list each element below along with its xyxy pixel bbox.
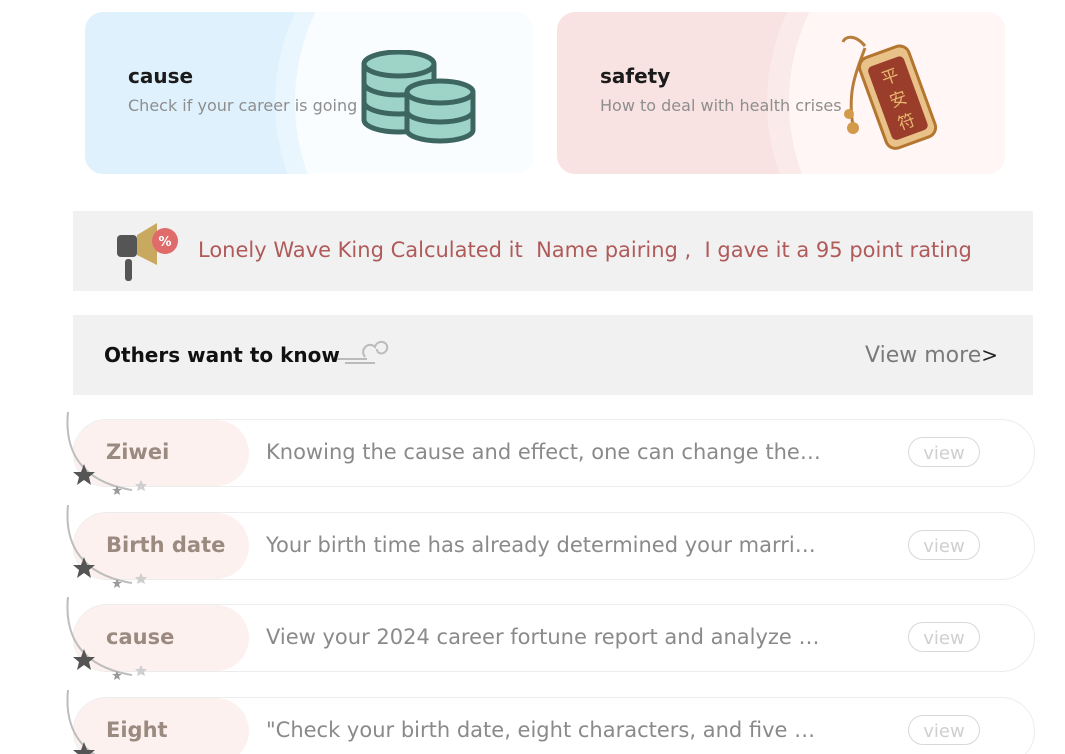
section-header: Others want to know View more>	[73, 315, 1033, 395]
page: cause Check if your career is going smoo…	[0, 0, 1065, 754]
star-decoration-icon	[66, 690, 96, 754]
view-button[interactable]: view	[908, 437, 980, 467]
item-description: View your 2024 career fortune report and…	[266, 625, 826, 649]
cause-card[interactable]: cause Check if your career is going smoo…	[85, 12, 533, 174]
list-item[interactable]: Birth date Your birth time has already d…	[66, 505, 1035, 588]
star-decoration-icon	[66, 505, 147, 588]
card-title: cause	[128, 64, 194, 88]
item-description: "Check your birth date, eight characters…	[266, 718, 826, 742]
list-item[interactable]: Ziwei Knowing the cause and effect, one …	[66, 412, 1035, 495]
cloud-icon	[337, 341, 389, 364]
card-subtitle: How to deal with health crises	[600, 96, 842, 115]
item-description: Knowing the cause and effect, one can ch…	[266, 440, 826, 464]
amulet-icon: 平 安 符	[841, 35, 938, 150]
notice-text: Lonely Wave King Calculated it Name pair…	[198, 238, 972, 262]
star-decoration-icon	[66, 597, 147, 680]
chevron-right-icon: >	[981, 343, 998, 367]
view-button[interactable]: view	[908, 530, 980, 560]
star-decoration-icon	[66, 412, 147, 495]
view-more-link[interactable]: View more>	[865, 343, 998, 368]
notice-bar: % Lonely Wave King Calculated it Name pa…	[73, 211, 1033, 291]
coins-icon	[361, 50, 476, 144]
safety-card[interactable]: safety How to deal with health crises 平 …	[557, 12, 1005, 174]
section-title: Others want to know	[104, 343, 340, 367]
view-button[interactable]: view	[908, 622, 980, 652]
list-item[interactable]: cause View your 2024 career fortune repo…	[66, 597, 1035, 680]
view-more-label: View more	[865, 343, 982, 368]
view-button[interactable]: view	[908, 715, 980, 745]
item-description: Your birth time has already determined y…	[266, 533, 826, 557]
megaphone-icon: %	[117, 223, 178, 281]
card-title: safety	[600, 64, 671, 88]
list-item[interactable]: Eight "Check your birth date, eight char…	[66, 690, 1035, 754]
badge-percent: %	[158, 235, 171, 250]
